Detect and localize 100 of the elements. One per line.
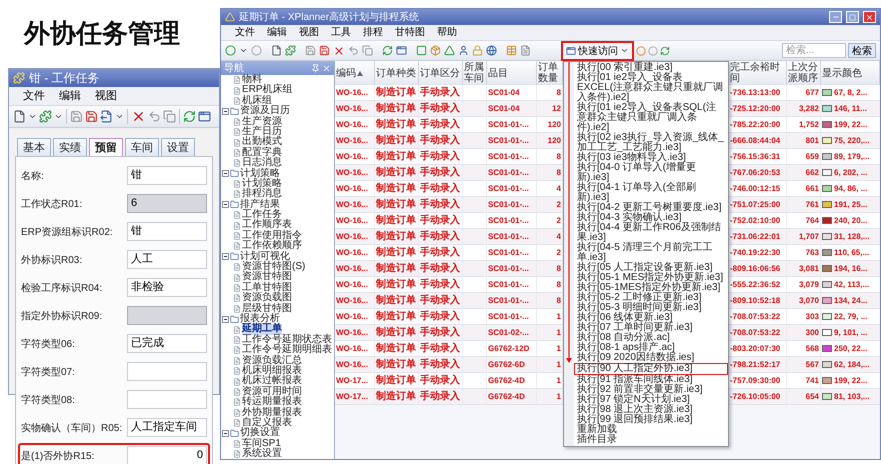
document-icon[interactable] <box>233 336 241 344</box>
tab[interactable]: 基本 <box>17 138 51 156</box>
menu-item[interactable]: 执行[08-1 aps排产.ac] <box>574 343 728 353</box>
menu-item[interactable]: 排程 <box>363 26 383 39</box>
save-icon[interactable] <box>70 110 83 123</box>
menu-item[interactable]: 执行[08 自动分派.ac] <box>574 333 728 343</box>
input-field[interactable]: 6 <box>127 194 207 213</box>
menu-item[interactable]: 执行[05-1 MES指定外协更新.ie3] <box>574 273 728 283</box>
menu-item[interactable]: 执行[04-1 订单导入(全部刷新).ie3] <box>574 183 728 203</box>
document-icon[interactable] <box>233 274 241 282</box>
window-icon[interactable] <box>566 46 576 56</box>
undo-icon[interactable] <box>148 110 161 123</box>
document-icon[interactable] <box>233 222 241 230</box>
save-icon[interactable] <box>319 45 330 56</box>
menu-item[interactable]: 执行[09 2020因结数据.ies] <box>574 353 728 363</box>
nav-item[interactable]: 系统设置 <box>242 449 282 460</box>
document-icon[interactable] <box>233 398 241 406</box>
export-icon[interactable] <box>100 110 113 123</box>
document-icon[interactable] <box>233 232 241 240</box>
input-field[interactable]: 已完成 <box>127 334 207 353</box>
document-icon[interactable] <box>233 326 241 334</box>
document-icon[interactable] <box>233 367 241 376</box>
nav-item[interactable]: 物料 <box>242 75 262 86</box>
document-icon[interactable] <box>233 159 241 168</box>
menu-item[interactable]: 执行[05-1MES指定外协更新.ie3] <box>574 283 728 293</box>
save-icon[interactable] <box>85 110 98 123</box>
menu-item[interactable]: 帮助 <box>437 26 457 39</box>
nav-item[interactable]: 机床过帐报表 <box>242 376 302 387</box>
document-icon[interactable] <box>233 450 241 458</box>
menu-item[interactable]: 执行[05-3 明细时间更新.ie3] <box>574 303 728 313</box>
nav-item[interactable]: ERP机床组 <box>242 85 293 96</box>
table-icon[interactable] <box>506 45 517 56</box>
caret-icon[interactable] <box>620 46 629 55</box>
nav-item[interactable]: 资源及日历 <box>240 106 290 117</box>
menu-item[interactable]: 执行[92 前置非交量更新.ie3] <box>574 385 728 395</box>
quick-access-button[interactable]: 快速访问 <box>561 40 634 60</box>
delete-icon[interactable] <box>333 44 345 56</box>
tab[interactable]: 实绩 <box>53 138 87 156</box>
menu-item[interactable]: 执行[02 ie3执行_导入资源_线体_加工工艺_工艺能力.ie3] <box>574 133 728 153</box>
menu-item[interactable]: 执行[04-4 更新工作R06及强制结果.ie3] <box>574 223 728 243</box>
circle-icon[interactable] <box>636 46 646 56</box>
menu-item[interactable]: 视图 <box>299 26 319 39</box>
nav-item[interactable]: 工作顺序表 <box>242 220 292 231</box>
app-icon[interactable] <box>13 72 25 84</box>
input-field[interactable]: 钳 <box>127 222 207 241</box>
menu-item[interactable]: 执行[01 ie2导入_设备表EXCEL(注意群众主键只重就厂调入条件).ie2] <box>574 73 728 103</box>
document-icon[interactable] <box>233 378 241 386</box>
input-field[interactable] <box>127 362 207 381</box>
collapse-icon[interactable] <box>222 108 229 115</box>
caret-icon[interactable] <box>54 112 63 121</box>
nav-item[interactable]: 工作依赖顺序 <box>242 241 302 252</box>
document-icon[interactable] <box>233 294 241 302</box>
folder-icon[interactable] <box>230 200 239 210</box>
input-field[interactable]: 非检验 <box>127 278 207 297</box>
menu-item[interactable]: 执行[04-0 订单导入(增量更新).ie3] <box>574 163 728 183</box>
document-icon[interactable] <box>233 242 241 250</box>
input-field[interactable]: 人工指定车间 <box>127 418 207 437</box>
document-icon[interactable] <box>233 180 241 188</box>
menu-item[interactable]: 编辑 <box>267 26 287 39</box>
menu-item[interactable]: 执行[05-2 工时修正更新.ie3] <box>574 293 728 303</box>
document-icon[interactable] <box>233 419 241 428</box>
input-field[interactable]: 钳 <box>127 166 207 185</box>
document-icon[interactable] <box>233 346 241 354</box>
nav-item[interactable]: 排程消息 <box>242 189 282 200</box>
save-icon[interactable] <box>305 45 316 56</box>
menu-item[interactable]: 重新加载 <box>574 425 728 435</box>
puzzle-icon[interactable] <box>285 45 296 56</box>
undo-icon[interactable] <box>348 45 359 56</box>
new-document-icon[interactable] <box>271 45 282 56</box>
menu-item[interactable]: 文件 <box>235 26 255 39</box>
menu-item[interactable]: 执行[01 ie2导入_设备表SQL(注意群众主键只重就厂调入条件).ie2] <box>574 103 728 133</box>
menu-item[interactable]: 执行[04-2 更新工号树重要度.ie3] <box>574 203 728 213</box>
collapse-icon[interactable] <box>222 253 229 260</box>
nav-item[interactable]: 计划策略 <box>240 168 280 179</box>
square-icon[interactable] <box>416 45 427 56</box>
caret-icon[interactable] <box>28 112 37 121</box>
document-icon[interactable] <box>233 304 241 313</box>
package-icon[interactable] <box>430 45 441 56</box>
menu-item[interactable]: 执行[04-3 实物确认.ie3] <box>574 213 728 223</box>
folder-icon[interactable] <box>230 106 239 116</box>
window-icon[interactable] <box>396 45 407 56</box>
window-icon[interactable] <box>198 110 211 123</box>
nav-item[interactable]: 资源甘特图 <box>242 272 292 283</box>
folder-icon[interactable] <box>230 314 239 324</box>
close-icon[interactable] <box>322 64 331 72</box>
document-icon[interactable] <box>233 138 241 147</box>
menu-item[interactable]: 执行[99 退回预排结果.ie3] <box>574 415 728 425</box>
delete-icon[interactable] <box>131 109 146 124</box>
document-icon[interactable] <box>233 263 241 272</box>
folder-icon[interactable] <box>230 252 239 262</box>
document-icon[interactable] <box>233 86 241 95</box>
maximize-icon[interactable] <box>849 14 856 20</box>
collapse-icon[interactable] <box>222 316 229 323</box>
collapse-icon[interactable] <box>222 201 229 208</box>
new-document-icon[interactable] <box>13 110 26 123</box>
caret-icon[interactable] <box>239 46 248 55</box>
user-icon[interactable] <box>458 45 469 56</box>
triangle-icon[interactable] <box>444 45 455 56</box>
menu-item[interactable]: 编辑 <box>59 88 81 104</box>
document-icon[interactable] <box>233 284 241 292</box>
